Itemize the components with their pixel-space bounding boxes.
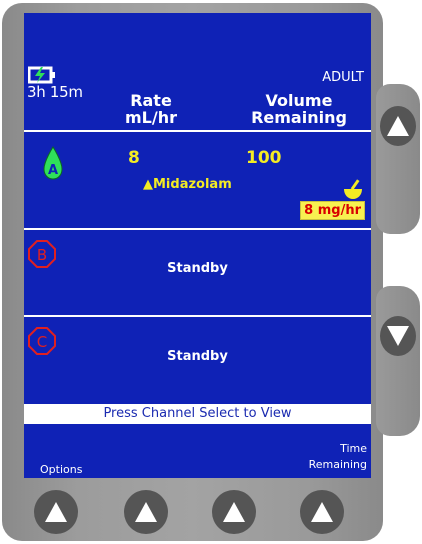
- up-arrow-icon: [45, 502, 67, 522]
- info-banner: Press Channel Select to View: [24, 404, 371, 424]
- softkey-1-options-button[interactable]: [34, 490, 78, 534]
- battery-charging-icon: [28, 66, 55, 84]
- volume-header: Volume Remaining: [229, 92, 369, 126]
- channel-b-row[interactable]: B Standby: [24, 230, 371, 315]
- channel-a-row[interactable]: A 8 100 ▲Midazolam 8 mg/hr: [24, 131, 371, 227]
- softkey-label-options: Options: [40, 463, 83, 476]
- channel-a-rate: 8: [128, 148, 140, 168]
- svg-text:A: A: [48, 163, 58, 178]
- channel-c-status: Standby: [167, 349, 228, 364]
- rate-header: Rate mL/hr: [116, 92, 186, 126]
- rate-unit: mL/hr: [125, 108, 177, 127]
- scroll-down-button[interactable]: [380, 316, 416, 356]
- up-arrow-icon: [135, 502, 157, 522]
- softkey-label-time-line1: Time: [340, 442, 367, 455]
- up-arrow-icon: [311, 502, 333, 522]
- up-arrow-icon: [223, 502, 245, 522]
- softkey-label-time-remaining: Time Remaining: [309, 441, 367, 473]
- channel-a-drop-icon: A: [43, 146, 63, 180]
- display-screen: 3h 15m ADULT Rate mL/hr Volume Remaining…: [24, 13, 371, 478]
- runtime-remaining: 3h 15m: [27, 83, 83, 101]
- channel-a-dose: 8 mg/hr: [300, 201, 365, 220]
- channel-b-status: Standby: [167, 261, 228, 276]
- scroll-up-button[interactable]: [380, 106, 416, 146]
- side-ear-bottom: [376, 286, 420, 436]
- softkey-label-time-line2: Remaining: [308, 458, 367, 471]
- volume-sub-label: Remaining: [251, 108, 347, 127]
- channel-a-drug: ▲Midazolam: [143, 177, 232, 192]
- volume-label: Volume: [265, 91, 333, 110]
- channel-c-row[interactable]: C Standby: [24, 317, 371, 403]
- rate-label: Rate: [130, 91, 172, 110]
- softkey-4-time-remaining-button[interactable]: [300, 490, 344, 534]
- softkey-3-button[interactable]: [212, 490, 256, 534]
- up-arrow-icon: [387, 116, 409, 136]
- softkey-2-button[interactable]: [124, 490, 168, 534]
- patient-profile: ADULT: [322, 70, 364, 85]
- down-arrow-icon: [387, 326, 409, 346]
- mortar-pestle-icon: [344, 179, 362, 199]
- channel-a-volume: 100: [246, 148, 282, 168]
